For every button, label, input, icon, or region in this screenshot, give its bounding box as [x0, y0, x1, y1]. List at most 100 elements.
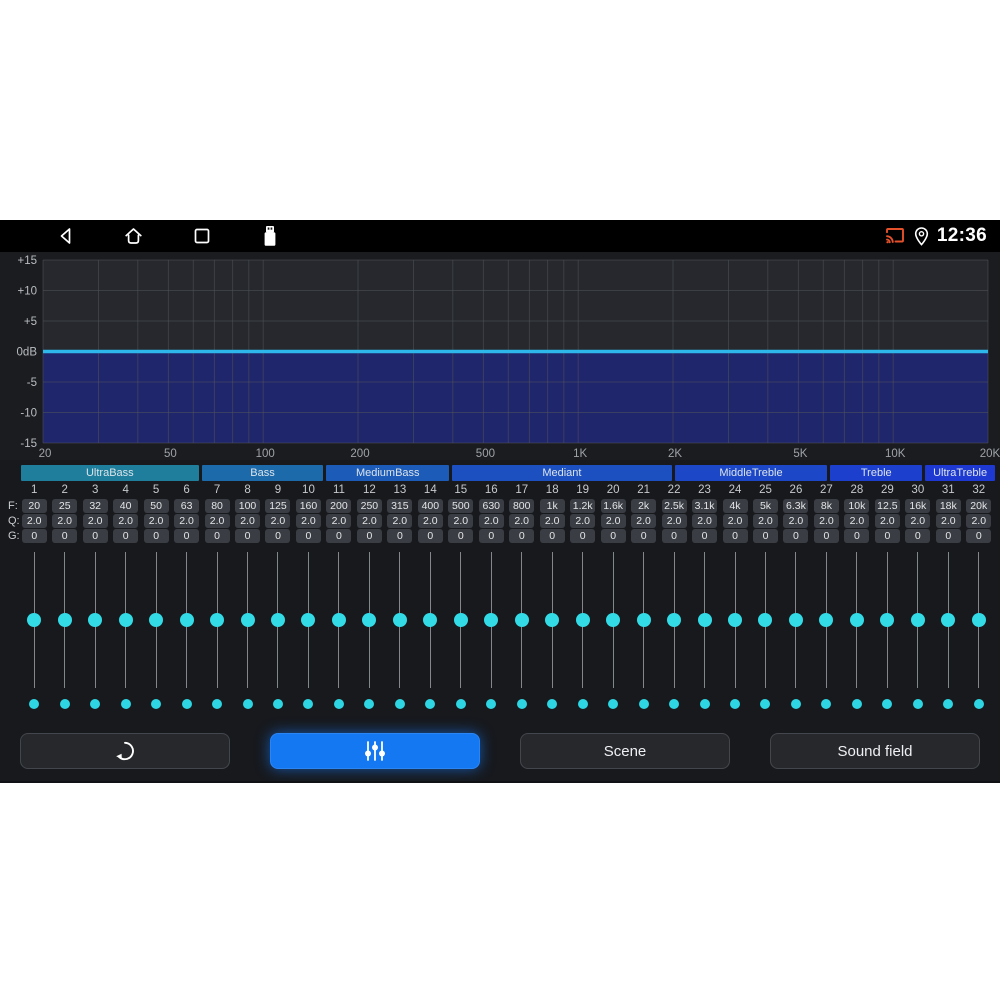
reset-button[interactable] [20, 733, 230, 769]
slider-knob[interactable] [636, 613, 651, 627]
g-value-band-5: 0 [141, 529, 171, 543]
gain-slider-band-6[interactable] [171, 552, 201, 688]
gain-slider-band-13[interactable] [385, 552, 415, 688]
gain-slider-band-28[interactable] [842, 552, 872, 688]
gain-slider-band-22[interactable] [659, 552, 689, 688]
gain-slider-band-25[interactable] [750, 552, 780, 688]
slider-knob[interactable] [362, 613, 377, 627]
f-value-band-2: 25 [49, 499, 79, 513]
gain-slider-band-24[interactable] [720, 552, 750, 688]
gain-slider-band-10[interactable] [293, 552, 323, 688]
f-value-band-32: 20k [964, 499, 994, 513]
g-value-band-11: 0 [324, 529, 354, 543]
gain-slider-band-27[interactable] [811, 552, 841, 688]
gain-slider-band-17[interactable] [507, 552, 537, 688]
g-value-band-16: 0 [476, 529, 506, 543]
slider-knob[interactable] [514, 613, 529, 627]
band-number-24: 24 [728, 484, 742, 496]
gain-slider-band-9[interactable] [263, 552, 293, 688]
gain-slider-band-7[interactable] [202, 552, 232, 688]
equalizer-button[interactable] [270, 733, 480, 769]
f-pill: 8k [813, 499, 839, 513]
slider-knob[interactable] [484, 613, 499, 627]
gain-slider-band-32[interactable] [964, 552, 994, 688]
slider-knob[interactable] [941, 613, 956, 627]
slider-knob[interactable] [788, 613, 803, 627]
slider-knob[interactable] [301, 613, 316, 627]
gain-slider-band-3[interactable] [80, 552, 110, 688]
band-indicator-dot [90, 698, 101, 709]
slider-knob[interactable] [57, 613, 72, 627]
gain-slider-band-5[interactable] [141, 552, 171, 688]
slider-knob[interactable] [88, 613, 103, 627]
eq-sliders-icon [365, 741, 385, 761]
gain-slider-band-1[interactable] [19, 552, 49, 688]
slider-knob[interactable] [880, 613, 895, 627]
gain-slider-band-14[interactable] [415, 552, 445, 688]
slider-knob[interactable] [667, 613, 682, 627]
f-value-band-18: 1k [537, 499, 567, 513]
slider-knob[interactable] [606, 613, 621, 627]
slider-knob[interactable] [118, 613, 133, 627]
gain-slider-band-18[interactable] [537, 552, 567, 688]
g-value-band-1: 0 [19, 529, 49, 543]
slider-knob[interactable] [728, 613, 743, 627]
gain-slider-band-8[interactable] [232, 552, 262, 688]
scene-button[interactable]: Scene [520, 733, 730, 769]
slider-knob[interactable] [392, 613, 407, 627]
slider-knob[interactable] [910, 613, 925, 627]
slider-knob[interactable] [697, 613, 712, 627]
gain-slider-band-29[interactable] [872, 552, 902, 688]
slider-knob[interactable] [210, 613, 225, 627]
band-indicator-dot [455, 698, 466, 709]
slider-knob[interactable] [545, 613, 560, 627]
gain-slider-band-26[interactable] [781, 552, 811, 688]
back-button[interactable] [54, 225, 77, 248]
slider-knob[interactable] [819, 613, 834, 627]
slider-knob[interactable] [331, 613, 346, 627]
location-icon [914, 226, 928, 246]
slider-knob[interactable] [27, 613, 42, 627]
f-pill: 400 [417, 499, 443, 513]
band-dot-28 [842, 698, 872, 709]
slider-knob[interactable] [423, 613, 438, 627]
g-pill: 0 [448, 529, 474, 543]
slider-knob[interactable] [849, 613, 864, 627]
slider-knob[interactable] [971, 613, 986, 627]
slider-knob[interactable] [240, 613, 255, 627]
q-value-band-23: 2.0 [689, 514, 719, 528]
f-pill: 4k [722, 499, 748, 513]
f-value-band-19: 1.2k [567, 499, 597, 513]
slider-knob[interactable] [453, 613, 468, 627]
gain-slider-band-2[interactable] [49, 552, 79, 688]
sound-field-button[interactable]: Sound field [770, 733, 980, 769]
q-pill: 2.0 [174, 514, 200, 528]
gain-slider-band-21[interactable] [628, 552, 658, 688]
gain-slider-band-30[interactable] [903, 552, 933, 688]
gain-slider-band-15[interactable] [446, 552, 476, 688]
slider-knob[interactable] [758, 613, 773, 627]
f-value-band-12: 250 [354, 499, 384, 513]
gain-slider-band-20[interactable] [598, 552, 628, 688]
slider-knob[interactable] [575, 613, 590, 627]
usb-button[interactable] [258, 225, 281, 248]
gain-slider-band-23[interactable] [689, 552, 719, 688]
gain-slider-band-16[interactable] [476, 552, 506, 688]
gain-slider-band-11[interactable] [324, 552, 354, 688]
q-pill: 2.0 [539, 514, 565, 528]
slider-knob[interactable] [270, 613, 285, 627]
recents-button[interactable] [190, 225, 213, 248]
slider-knob[interactable] [179, 613, 194, 627]
g-pill: 0 [692, 529, 718, 543]
gain-slider-band-19[interactable] [567, 552, 597, 688]
gain-slider-band-31[interactable] [933, 552, 963, 688]
q-pill: 2.0 [295, 514, 321, 528]
slider-knob[interactable] [149, 613, 164, 627]
band-indicator-dot [516, 698, 527, 709]
band-indicator-dot [272, 698, 283, 709]
g-value-band-17: 0 [507, 529, 537, 543]
gain-slider-band-12[interactable] [354, 552, 384, 688]
home-button[interactable] [122, 225, 145, 248]
gain-slider-band-4[interactable] [110, 552, 140, 688]
band-indicator-dot [577, 698, 588, 709]
